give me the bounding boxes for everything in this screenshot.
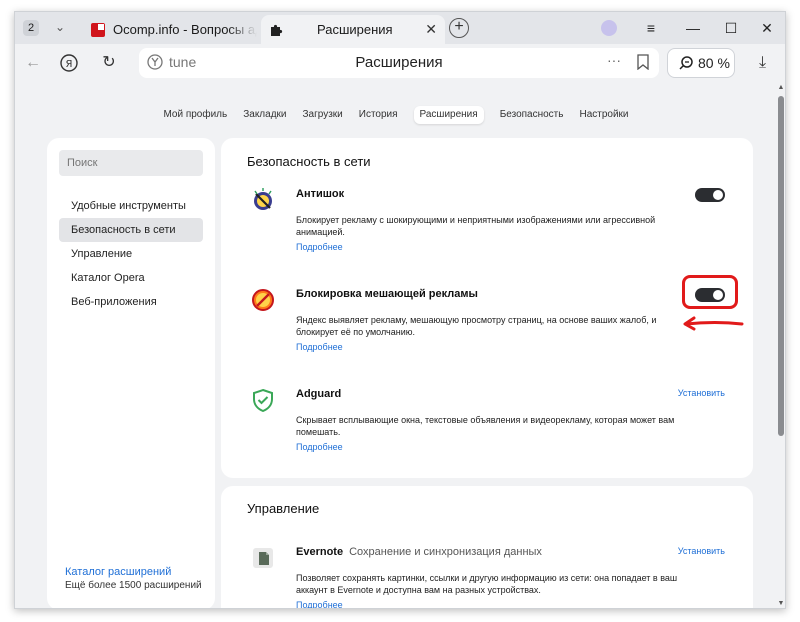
scrollbar-thumb[interactable] [778,96,784,436]
sidebar-item-web-apps[interactable]: Веб-приложения [59,290,203,314]
nav-downloads[interactable]: Загрузки [303,106,343,124]
extension-adguard: Adguard Установить Скрывает всплывающие … [221,388,753,458]
extension-evernote: Evernote Сохранение и синхронизация данны… [221,546,753,608]
svg-text:Я: Я [66,59,73,70]
omnibox[interactable]: tune Расширения ··· [139,48,659,78]
extension-antishock: Антишок Блокирует рекламу с шокирующими … [221,188,753,258]
section-title: Управление [247,501,320,516]
bookmark-icon[interactable] [637,54,649,70]
more-link[interactable]: Подробнее [296,442,343,452]
extensions-catalog-link[interactable]: Каталог расширений [65,566,202,578]
extension-description: Яндекс выявляет рекламу, мешающую просмо… [296,315,657,337]
extension-ad-block: Блокировка мешающей рекламы Яндекс выявл… [221,288,753,358]
install-button[interactable]: Установить [678,388,725,398]
puzzle-icon [271,24,283,36]
address-bar: ← Я ↻ tune Расширения ··· 80 % ⤓ [15,44,785,82]
more-link[interactable]: Подробнее [296,342,343,352]
extension-description: Блокирует рекламу с шокирующими и неприя… [296,215,656,237]
extension-description: Позволяет сохранять картинки, ссылки и д… [296,573,678,595]
sidebar-item-tools[interactable]: Удобные инструменты [59,194,203,218]
chevron-down-icon[interactable]: ⌄ [51,18,69,36]
tab-bar: 2 ⌄ Ocomp.info - Вопросы адм Расширения … [15,12,785,44]
nav-security[interactable]: Безопасность [500,106,564,124]
reload-icon[interactable]: ↻ [99,53,119,73]
menu-icon[interactable]: ≡ [641,18,661,38]
scrollbar[interactable]: ▲ ▼ [777,82,785,608]
scroll-down-arrow-icon[interactable]: ▼ [777,600,785,608]
omnibox-page-title: Расширения [355,54,443,71]
pointer-arrow-icon [683,316,744,331]
toggle-knob [713,190,723,200]
ocomp-favicon-icon [91,23,105,37]
ad-block-icon [252,289,274,311]
extension-name: Антишок [296,188,345,200]
extensions-catalog-subtitle: Ещё более 1500 расширений [65,580,202,591]
maximize-icon[interactable]: ☐ [721,18,741,38]
zoom-level: 80 % [698,55,730,71]
nav-bookmarks[interactable]: Закладки [243,106,286,124]
close-window-icon[interactable]: ✕ [757,18,777,38]
extension-name: Evernote Сохранение и синхронизация данны… [296,546,542,558]
nav-settings[interactable]: Настройки [579,106,628,124]
nav-history[interactable]: История [359,106,398,124]
sidebar-item-security[interactable]: Безопасность в сети [59,218,203,242]
settings-top-nav: Мой профиль Закладки Загрузки История Расшир… [15,106,777,126]
close-tab-icon[interactable]: ✕ [425,15,437,44]
nav-profile[interactable]: Мой профиль [163,106,227,124]
sidebar-item-management[interactable]: Управление [59,242,203,266]
settings-page: Мой профиль Закладки Загрузки История Расшир… [15,82,777,608]
download-icon[interactable]: ⤓ [759,54,766,72]
extension-tagline: Сохранение и синхронизация данных [349,546,542,558]
tab-extensions[interactable]: Расширения ✕ [261,15,445,44]
browser-window: 2 ⌄ Ocomp.info - Вопросы адм Расширения … [14,11,786,609]
search-input[interactable] [59,150,203,176]
minimize-icon[interactable]: — [683,18,703,38]
tab-title: Ocomp.info - Вопросы адм [113,22,257,37]
profile-avatar[interactable] [601,20,617,36]
management-section: Управление Evernote Сохранение и синхрони… [221,486,753,608]
extension-name: Adguard [296,388,342,400]
highlight-box [682,275,738,309]
extension-description: Скрывает всплывающие окна, текстовые объ… [296,415,675,437]
tab-count-badge[interactable]: 2 [23,20,39,36]
tab-ocomp[interactable]: Ocomp.info - Вопросы адм [83,15,261,44]
evernote-name: Evernote [296,546,344,558]
adguard-shield-icon [253,388,273,412]
more-link[interactable]: Подробнее [296,600,343,608]
more-dots-icon[interactable]: ··· [607,52,621,68]
back-arrow-icon[interactable]: ← [23,53,43,73]
more-link[interactable]: Подробнее [296,242,343,252]
sidebar-item-opera-catalog[interactable]: Каталог Opera [59,266,203,290]
evernote-icon [253,548,273,568]
nav-extensions[interactable]: Расширения [413,106,484,124]
sidebar: Удобные инструменты Безопасность в сети … [47,138,215,608]
security-section: Безопасность в сети Антишок Блокирует ре… [221,138,753,478]
yandex-logo-icon[interactable]: Я [59,53,79,73]
antishock-toggle[interactable] [695,188,725,202]
zoom-button[interactable]: 80 % [667,48,735,78]
install-button[interactable]: Установить [678,546,725,556]
tab-title: Расширения [317,22,393,37]
new-tab-icon[interactable]: + [449,18,469,38]
antishock-icon [254,188,272,210]
extension-name: Блокировка мешающей рекламы [296,288,478,300]
section-title: Безопасность в сети [247,154,371,169]
scroll-up-arrow-icon[interactable]: ▲ [777,84,785,92]
sidebar-footer: Каталог расширений Ещё более 1500 расшир… [65,566,202,591]
zoom-icon [679,56,693,70]
